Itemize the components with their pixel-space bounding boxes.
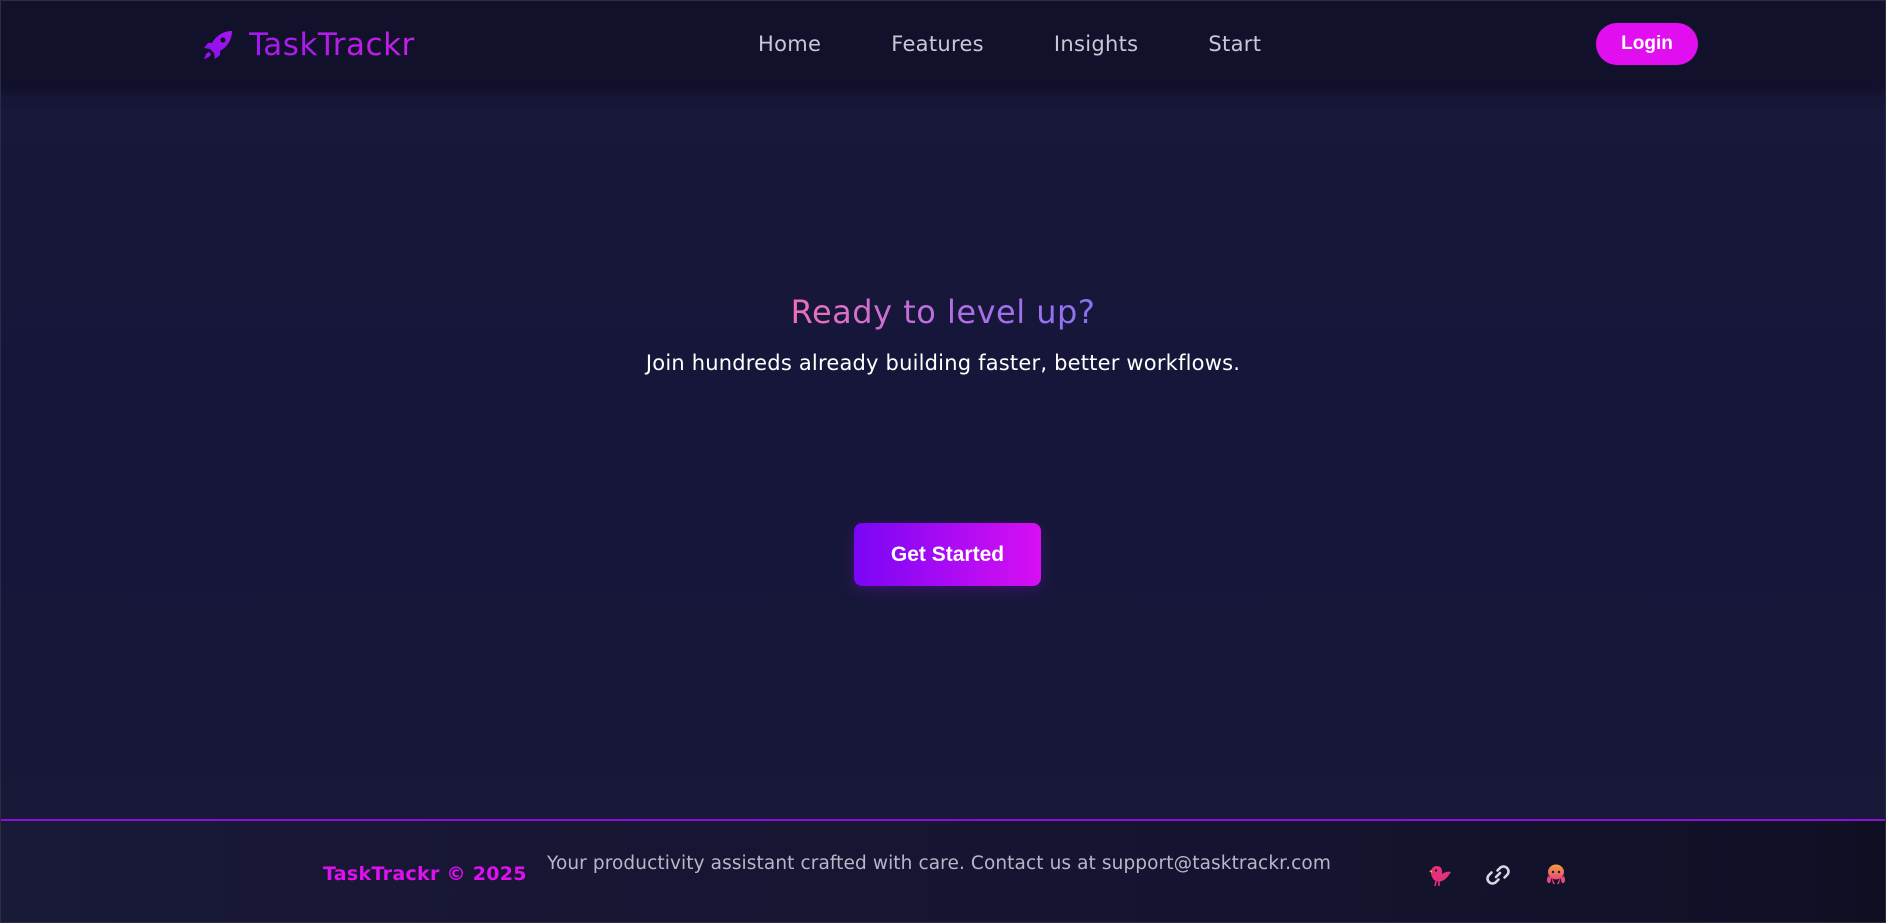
nav-link-insights[interactable]: Insights	[1054, 32, 1139, 56]
footer-copyright: TaskTrackr © 2025	[323, 863, 527, 885]
nav-link-start[interactable]: Start	[1208, 32, 1261, 56]
octopus-icon[interactable]	[1542, 861, 1570, 889]
hero-title-text: Ready to level up?	[790, 293, 1096, 331]
nav-link-features[interactable]: Features	[891, 32, 984, 56]
main-nav: Home Features Insights Start	[758, 29, 1261, 59]
footer-contact-text: Your productivity assistant crafted with…	[547, 853, 1331, 874]
page: TaskTrackr Home Features Insights Start …	[0, 0, 1886, 923]
brand-logo[interactable]: TaskTrackr	[201, 23, 415, 67]
bird-icon[interactable]	[1426, 861, 1454, 889]
footer: TaskTrackr © 2025 Your productivity assi…	[1, 819, 1885, 922]
nav-link-home[interactable]: Home	[758, 32, 821, 56]
get-started-button[interactable]: Get Started	[854, 523, 1041, 586]
hero-subtitle: Join hundreds already building faster, b…	[645, 351, 1241, 375]
rocket-icon	[201, 28, 235, 62]
link-icon[interactable]	[1484, 861, 1512, 889]
login-button[interactable]: Login	[1596, 23, 1698, 65]
top-nav-bar: TaskTrackr Home Features Insights Start …	[1, 1, 1885, 87]
hero-title: Ready to level up?	[1, 293, 1885, 331]
brand-name: TaskTrackr	[249, 27, 415, 63]
